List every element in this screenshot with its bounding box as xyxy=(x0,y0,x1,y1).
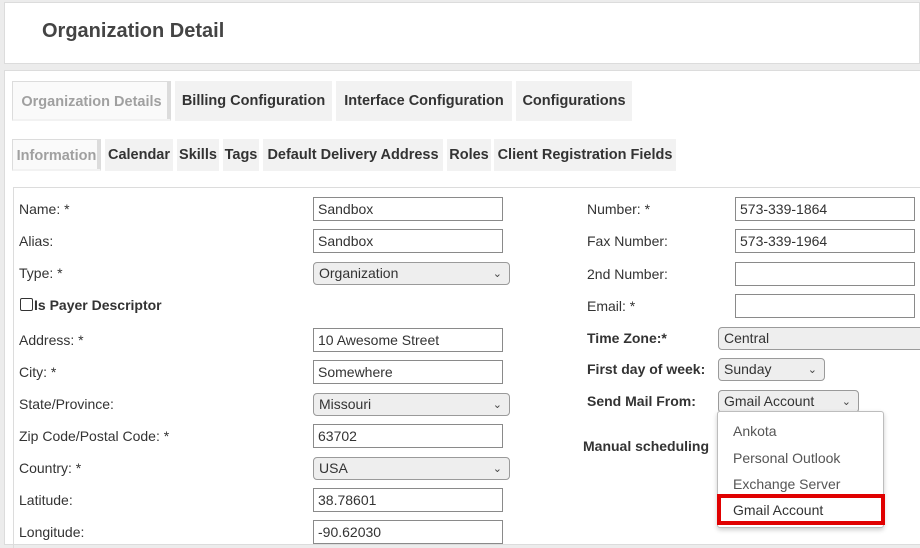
tab-billing-configuration[interactable]: Billing Configuration xyxy=(175,81,332,121)
type-select[interactable]: Organization ⌄ xyxy=(313,262,510,285)
chevron-down-icon: ⌄ xyxy=(841,396,851,408)
first-day-label: First day of week: xyxy=(587,361,706,377)
alias-input[interactable] xyxy=(313,229,503,253)
state-select[interactable]: Missouri ⌄ xyxy=(313,393,510,416)
tab-skills[interactable]: Skills xyxy=(177,139,219,171)
city-label: City: * xyxy=(19,364,57,380)
tab-client-registration-fields[interactable]: Client Registration Fields xyxy=(494,139,676,171)
address-label: Address: * xyxy=(19,332,84,348)
second-number-label: 2nd Number: xyxy=(587,266,668,282)
email-input[interactable] xyxy=(735,294,915,318)
latitude-label: Latitude: xyxy=(19,492,73,508)
tab-calendar[interactable]: Calendar xyxy=(105,139,173,171)
alias-label: Alias: xyxy=(19,233,54,249)
fax-label: Fax Number: xyxy=(587,233,668,249)
country-select[interactable]: USA ⌄ xyxy=(313,457,510,480)
tab-interface-configuration[interactable]: Interface Configuration xyxy=(336,81,512,121)
zip-input[interactable] xyxy=(313,424,503,448)
country-label: Country: * xyxy=(19,460,82,476)
dropdown-option-gmail-account[interactable]: Gmail Account xyxy=(733,502,823,518)
tab-roles[interactable]: Roles xyxy=(447,139,491,171)
timezone-label: Time Zone:* xyxy=(587,330,667,346)
first-day-select-value: Sunday xyxy=(724,361,772,377)
send-mail-select[interactable]: Gmail Account ⌄ xyxy=(718,390,859,413)
chevron-down-icon: ⌄ xyxy=(492,399,502,411)
state-select-value: Missouri xyxy=(319,396,372,412)
tab-tags[interactable]: Tags xyxy=(223,139,259,171)
tab-organization-details[interactable]: Organization Details xyxy=(12,81,171,121)
address-input[interactable] xyxy=(313,328,503,352)
send-mail-label: Send Mail From: xyxy=(587,393,696,409)
email-label: Email: * xyxy=(587,298,636,314)
longitude-input[interactable] xyxy=(313,520,503,544)
city-input[interactable] xyxy=(313,360,503,384)
tab-default-delivery-address[interactable]: Default Delivery Address xyxy=(263,139,443,171)
second-number-input[interactable] xyxy=(735,262,915,286)
payer-descriptor-checkbox[interactable] xyxy=(20,298,33,311)
dropdown-option-ankota[interactable]: Ankota xyxy=(733,423,777,439)
send-mail-dropdown-menu: Ankota Personal Outlook Exchange Server … xyxy=(717,411,884,528)
timezone-select-value: Central xyxy=(724,330,770,346)
fax-input[interactable] xyxy=(735,229,915,253)
country-select-value: USA xyxy=(319,460,348,476)
tab-information[interactable]: Information xyxy=(12,139,101,171)
latitude-input[interactable] xyxy=(313,488,503,512)
manual-scheduling-label: Manual scheduling xyxy=(583,438,710,454)
dropdown-option-exchange-server[interactable]: Exchange Server xyxy=(733,476,840,492)
type-label: Type: * xyxy=(19,265,63,281)
number-label: Number: * xyxy=(587,201,651,217)
payer-descriptor-label: Is Payer Descriptor xyxy=(34,297,162,313)
state-label: State/Province: xyxy=(19,396,114,412)
zip-label: Zip Code/Postal Code: * xyxy=(19,428,170,444)
chevron-down-icon: ⌄ xyxy=(492,463,502,475)
chevron-down-icon: ⌄ xyxy=(807,364,817,376)
send-mail-select-value: Gmail Account xyxy=(724,393,815,409)
name-label: Name: * xyxy=(19,201,70,217)
dropdown-option-personal-outlook[interactable]: Personal Outlook xyxy=(733,450,840,466)
name-input[interactable] xyxy=(313,197,503,221)
longitude-label: Longitude: xyxy=(19,524,85,540)
number-input[interactable] xyxy=(735,197,915,221)
page-header: Organization Detail xyxy=(4,2,920,64)
page-title: Organization Detail xyxy=(42,20,225,42)
tab-configurations[interactable]: Configurations xyxy=(516,81,632,121)
chevron-down-icon: ⌄ xyxy=(492,268,502,280)
first-day-select[interactable]: Sunday ⌄ xyxy=(718,358,825,381)
timezone-select[interactable]: Central xyxy=(718,327,920,350)
type-select-value: Organization xyxy=(319,265,399,281)
